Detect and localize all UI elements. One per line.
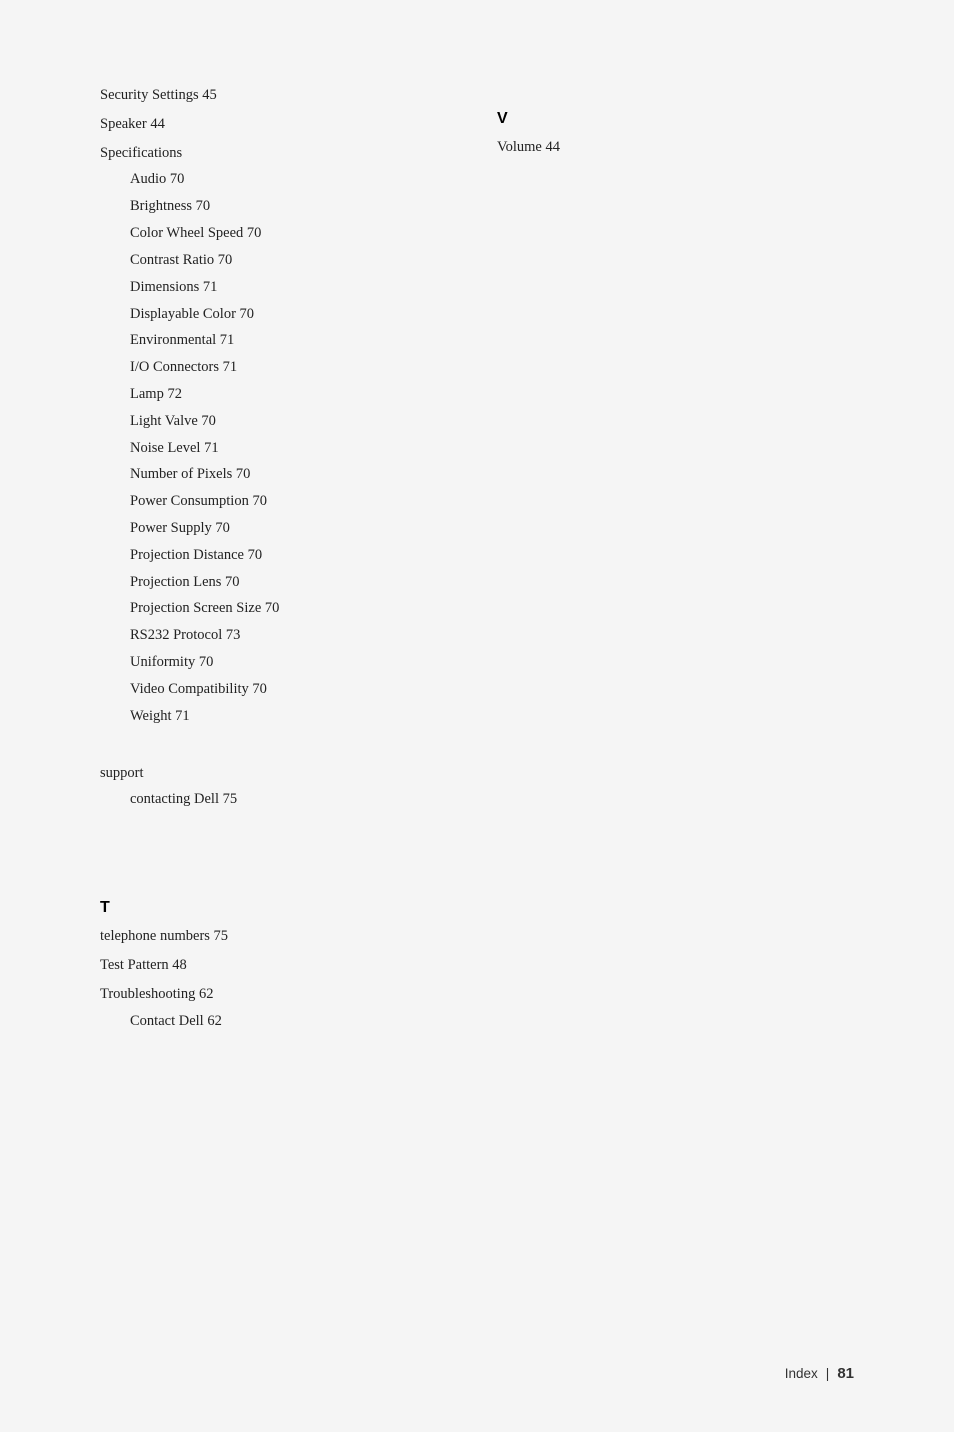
entry-light-valve: Light Valve 70 [100, 408, 457, 435]
entry-io-connectors: I/O Connectors 71 [100, 354, 457, 381]
section-t-letter: T [100, 899, 457, 917]
entry-troubleshooting: Troubleshooting 62 [100, 981, 457, 1008]
entry-projection-screen-size: Projection Screen Size 70 [100, 595, 457, 622]
footer-separator: | [826, 1366, 830, 1381]
entry-projection-lens: Projection Lens 70 [100, 569, 457, 596]
entry-volume: Volume 44 [497, 134, 854, 161]
entry-telephone-numbers: telephone numbers 75 [100, 923, 457, 950]
entry-noise-level: Noise Level 71 [100, 435, 457, 462]
entry-displayable-color: Displayable Color 70 [100, 301, 457, 328]
entry-audio: Audio 70 [100, 166, 457, 193]
entry-brightness: Brightness 70 [100, 193, 457, 220]
entry-video-compatibility: Video Compatibility 70 [100, 676, 457, 703]
entry-dimensions: Dimensions 71 [100, 274, 457, 301]
entry-weight: Weight 71 [100, 703, 457, 730]
entry-contrast-ratio: Contrast Ratio 70 [100, 247, 457, 274]
entry-security-settings: Security Settings 45 [100, 82, 457, 109]
section-v-letter: V [497, 110, 854, 128]
entry-support: support [100, 760, 457, 787]
entry-power-supply: Power Supply 70 [100, 515, 457, 542]
entry-power-consumption: Power Consumption 70 [100, 488, 457, 515]
entry-speaker: Speaker 44 [100, 111, 457, 138]
entry-uniformity: Uniformity 70 [100, 649, 457, 676]
footer-label: Index [785, 1366, 818, 1381]
right-column: V Volume 44 [497, 80, 854, 1034]
entry-environmental: Environmental 71 [100, 327, 457, 354]
entry-color-wheel-speed: Color Wheel Speed 70 [100, 220, 457, 247]
entry-number-of-pixels: Number of Pixels 70 [100, 461, 457, 488]
footer-page-number: 81 [837, 1365, 854, 1382]
left-column: Security Settings 45 Speaker 44 Specific… [100, 80, 457, 1034]
entry-lamp: Lamp 72 [100, 381, 457, 408]
entry-test-pattern: Test Pattern 48 [100, 952, 457, 979]
entry-contacting-dell: contacting Dell 75 [100, 786, 457, 813]
page: Security Settings 45 Speaker 44 Specific… [0, 0, 954, 1432]
entry-projection-distance: Projection Distance 70 [100, 542, 457, 569]
entry-contact-dell: Contact Dell 62 [100, 1008, 457, 1035]
footer: Index | 81 [785, 1365, 854, 1382]
content-area: Security Settings 45 Speaker 44 Specific… [100, 80, 854, 1034]
entry-specifications: Specifications [100, 140, 457, 167]
entry-rs232-protocol: RS232 Protocol 73 [100, 622, 457, 649]
